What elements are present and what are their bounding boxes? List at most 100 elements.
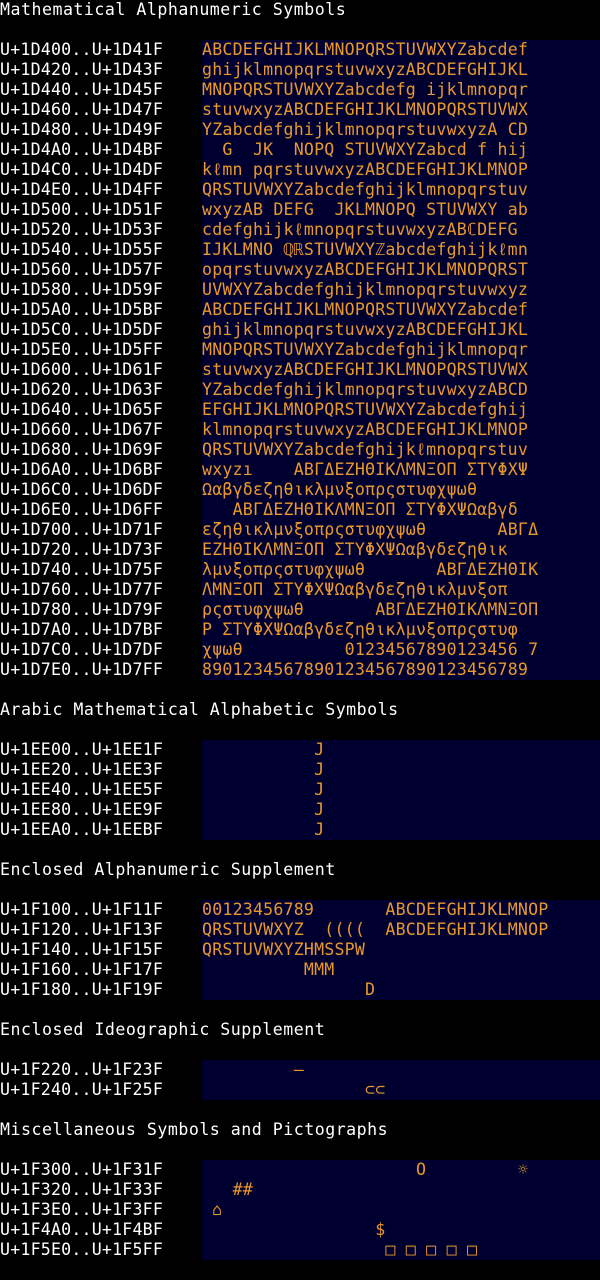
glyph-cells: wxyzAB DEFG JKLMNOPQ STUVWXY ab bbox=[202, 200, 600, 220]
codepoint-range-label: U+1D680..U+1D69F bbox=[0, 440, 164, 459]
codepoint-range-label: U+1D660..U+1D67F bbox=[0, 420, 164, 439]
glyph-row: U+1D540..U+1D55F IJKLMNO ℚℝSTUVWXYℤabcdef… bbox=[0, 240, 600, 260]
codepoint-range-label: U+1D640..U+1D65F bbox=[0, 400, 164, 419]
glyph-row: U+1F100..U+1F11F 00123456789 ABCDEFGHIJKL… bbox=[0, 900, 600, 920]
codepoint-range-label: U+1D540..U+1D55F bbox=[0, 240, 164, 259]
codepoint-range-label: U+1EE00..U+1EE1F bbox=[0, 740, 164, 759]
glyph-cells: J bbox=[202, 740, 600, 760]
codepoint-range-label: U+1D580..U+1D59F bbox=[0, 280, 164, 299]
glyph-row: U+1D7C0..U+1D7DF χψωθ 01234567890123456 7 bbox=[0, 640, 600, 660]
glyph-row: U+1D6A0..U+1D6BF wxyzı ΑΒΓΔΕΖΗΘΙΚΛΜΝΞΟΠ Σ… bbox=[0, 460, 600, 480]
glyph-cells: ΕΖΗΘΙΚΛΜΝΞΟΠ ΣΤΥΦΧΨΩαβγδεζηθικ bbox=[202, 540, 600, 560]
glyph-row: U+1F5E0..U+1F5FF □ □ □ □ □ bbox=[0, 1240, 600, 1260]
glyph-cells: G JK NOPQ STUVWXYZabcd f hij bbox=[202, 140, 600, 160]
glyph-cells: □ □ □ □ □ bbox=[202, 1240, 600, 1260]
codepoint-range-label: U+1D480..U+1D49F bbox=[0, 120, 164, 139]
glyph-row: U+1D640..U+1D65F EFGHIJKLMNOPQRSTUVWXYZab… bbox=[0, 400, 600, 420]
codepoint-range-label: U+1F120..U+1F13F bbox=[0, 920, 164, 939]
codepoint-range-label: U+1D620..U+1D63F bbox=[0, 380, 164, 399]
codepoint-range-label: U+1D740..U+1D75F bbox=[0, 560, 164, 579]
glyph-cells: – bbox=[202, 1060, 600, 1080]
codepoint-range-label: U+1D4A0..U+1D4BF bbox=[0, 140, 164, 159]
glyph-cells: MNOPQRSTUVWXYZabcdefghijklmnopqr bbox=[202, 340, 600, 360]
codepoint-range-label: U+1D780..U+1D79F bbox=[0, 600, 164, 619]
glyph-cells: wxyzı ΑΒΓΔΕΖΗΘΙΚΛΜΝΞΟΠ ΣΤΥΦΧΨ bbox=[202, 460, 600, 480]
glyph-row: U+1D700..U+1D71F εζηθικλμνξοπρςστυφχψωθ Α… bbox=[0, 520, 600, 540]
codepoint-range-label: U+1D720..U+1D73F bbox=[0, 540, 164, 559]
glyph-row: U+1F140..U+1F15F QRSTUVWXYZHMSSPW bbox=[0, 940, 600, 960]
section-heading: Arabic Mathematical Alphabetic Symbols bbox=[0, 700, 399, 719]
glyph-cells: 00123456789 ABCDEFGHIJKLMNOP bbox=[202, 900, 600, 920]
glyph-row: U+1D7E0..U+1D7FF 890123456789012345678901… bbox=[0, 660, 600, 680]
glyph-cells: J bbox=[202, 800, 600, 820]
glyph-row: U+1D620..U+1D63F YZabcdefghijklmnopqrstuv… bbox=[0, 380, 600, 400]
codepoint-range-label: U+1F3E0..U+1F3FF bbox=[0, 1200, 164, 1219]
glyph-row: U+1D680..U+1D69F QRSTUVWXYZabcdefghijkℓmn… bbox=[0, 440, 600, 460]
glyph-cells: stuvwxyzABCDEFGHIJKLMNOPQRSTUVWX bbox=[202, 100, 600, 120]
glyph-cells: O ☼ bbox=[202, 1160, 600, 1180]
codepoint-range-label: U+1D7E0..U+1D7FF bbox=[0, 660, 164, 679]
glyph-row: U+1D4A0..U+1D4BF G JK NOPQ STUVWXYZabcd … bbox=[0, 140, 600, 160]
codepoint-range-label: U+1D700..U+1D71F bbox=[0, 520, 164, 539]
glyph-cells: ABCDEFGHIJKLMNOPQRSTUVWXYZabcdef bbox=[202, 40, 600, 60]
codepoint-range-label: U+1EE40..U+1EE5F bbox=[0, 780, 164, 799]
glyph-cells: Ρ ΣΤΥΦΧΨΩαβγδεζηθικλμνξοπρςστυφ bbox=[202, 620, 600, 640]
section-heading: Miscellaneous Symbols and Pictographs bbox=[0, 1120, 389, 1139]
glyph-row: U+1EE00..U+1EE1F J bbox=[0, 740, 600, 760]
glyph-row: U+1D440..U+1D45F MNOPQRSTUVWXYZabcdefg ij… bbox=[0, 80, 600, 100]
glyph-cells: Ωαβγδεζηθικλμνξοπρςστυφχψωθ bbox=[202, 480, 600, 500]
glyph-cells: D bbox=[202, 980, 600, 1000]
glyph-row: U+1F240..U+1F25F ⊂⊂ bbox=[0, 1080, 600, 1100]
glyph-cells: ρςστυφχψωθ ΑΒΓΔΕΖΗΘΙΚΛΜΝΞΟΠ bbox=[202, 600, 600, 620]
glyph-row: U+1D720..U+1D73F ΕΖΗΘΙΚΛΜΝΞΟΠ ΣΤΥΦΧΨΩαβγδ… bbox=[0, 540, 600, 560]
codepoint-range-label: U+1EEA0..U+1EEBF bbox=[0, 820, 164, 839]
codepoint-range-label: U+1F5E0..U+1F5FF bbox=[0, 1240, 164, 1259]
glyph-cells: ΑΒΓΔΕΖΗΘΙΚΛΜΝΞΟΠ ΣΤΥΦΧΨΩαβγδ bbox=[202, 500, 600, 520]
glyph-cells: QRSTUVWXYZ (((( ABCDEFGHIJKLMNOP bbox=[202, 920, 600, 940]
glyph-row: U+1D5E0..U+1D5FF MNOPQRSTUVWXYZabcdefghij… bbox=[0, 340, 600, 360]
glyph-cells: χψωθ 01234567890123456 7 bbox=[202, 640, 600, 660]
codepoint-range-label: U+1D400..U+1D41F bbox=[0, 40, 164, 59]
glyph-cells: QRSTUVWXYZHMSSPW bbox=[202, 940, 600, 960]
codepoint-range-label: U+1F220..U+1F23F bbox=[0, 1060, 164, 1079]
codepoint-range-label: U+1D5A0..U+1D5BF bbox=[0, 300, 164, 319]
glyph-row: U+1D780..U+1D79F ρςστυφχψωθ ΑΒΓΔΕΖΗΘΙΚΛΜΝ… bbox=[0, 600, 600, 620]
codepoint-range-label: U+1F140..U+1F15F bbox=[0, 940, 164, 959]
codepoint-range-label: U+1EE20..U+1EE3F bbox=[0, 760, 164, 779]
codepoint-range-label: U+1EE80..U+1EE9F bbox=[0, 800, 164, 819]
glyph-row: U+1D740..U+1D75F λμνξοπρςστυφχψωθ ΑΒΓΔΕΖΗ… bbox=[0, 560, 600, 580]
glyph-row: U+1D4E0..U+1D4FF QRSTUVWXYZabcdefghijklmn… bbox=[0, 180, 600, 200]
codepoint-range-label: U+1D560..U+1D57F bbox=[0, 260, 164, 279]
glyph-row: U+1D520..U+1D53F cdefghijkℓmnopqrstuvwxyz… bbox=[0, 220, 600, 240]
codepoint-range-label: U+1F240..U+1F25F bbox=[0, 1080, 164, 1099]
codepoint-range-label: U+1D440..U+1D45F bbox=[0, 80, 164, 99]
glyph-cells: IJKLMNO ℚℝSTUVWXYℤabcdefghijkℓmn bbox=[202, 240, 600, 260]
glyph-cells: 89012345678901234567890123456789 bbox=[202, 660, 600, 680]
glyph-row: U+1EEA0..U+1EEBF J bbox=[0, 820, 600, 840]
glyph-row: U+1EE20..U+1EE3F J bbox=[0, 760, 600, 780]
glyph-cells: QRSTUVWXYZabcdefghijklmnopqrstuv bbox=[202, 180, 600, 200]
glyph-row: U+1F3E0..U+1F3FF ⌂ bbox=[0, 1200, 600, 1220]
glyph-cells: εζηθικλμνξοπρςστυφχψωθ ΑΒΓΔ bbox=[202, 520, 600, 540]
codepoint-range-label: U+1D600..U+1D61F bbox=[0, 360, 164, 379]
glyph-row: U+1F220..U+1F23F – bbox=[0, 1060, 600, 1080]
glyph-row: U+1D580..U+1D59F UVWXYZabcdefghijklmnopqr… bbox=[0, 280, 600, 300]
codepoint-range-label: U+1D4C0..U+1D4DF bbox=[0, 160, 164, 179]
glyph-cells: ⌂ bbox=[202, 1200, 600, 1220]
glyph-cells: cdefghijkℓmnopqrstuvwxyzABℂDEFG bbox=[202, 220, 600, 240]
glyph-row: U+1D480..U+1D49F YZabcdefghijklmnopqrstuv… bbox=[0, 120, 600, 140]
glyph-row: U+1F4A0..U+1F4BF $ bbox=[0, 1220, 600, 1240]
glyph-row: U+1F120..U+1F13F QRSTUVWXYZ (((( ABCDEFGH… bbox=[0, 920, 600, 940]
glyph-cells: MNOPQRSTUVWXYZabcdefg ijklmnopqr bbox=[202, 80, 600, 100]
codepoint-range-label: U+1D460..U+1D47F bbox=[0, 100, 164, 119]
codepoint-range-label: U+1D6E0..U+1D6FF bbox=[0, 500, 164, 519]
codepoint-range-label: U+1F160..U+1F17F bbox=[0, 960, 164, 979]
glyph-cells: YZabcdefghijklmnopqrstuvwxyzABCD bbox=[202, 380, 600, 400]
codepoint-range-label: U+1D420..U+1D43F bbox=[0, 60, 164, 79]
glyph-row: U+1EE80..U+1EE9F J bbox=[0, 800, 600, 820]
codepoint-range-label: U+1D6A0..U+1D6BF bbox=[0, 460, 164, 479]
glyph-cells: ΛΜΝΞΟΠ ΣΤΥΦΧΨΩαβγδεζηθικλμνξοπ bbox=[202, 580, 600, 600]
glyph-row: U+1D460..U+1D47F stuvwxyzABCDEFGHIJKLMNOP… bbox=[0, 100, 600, 120]
glyph-cells: YZabcdefghijklmnopqrstuvwxyzA CD bbox=[202, 120, 600, 140]
codepoint-range-label: U+1D5C0..U+1D5DF bbox=[0, 320, 164, 339]
